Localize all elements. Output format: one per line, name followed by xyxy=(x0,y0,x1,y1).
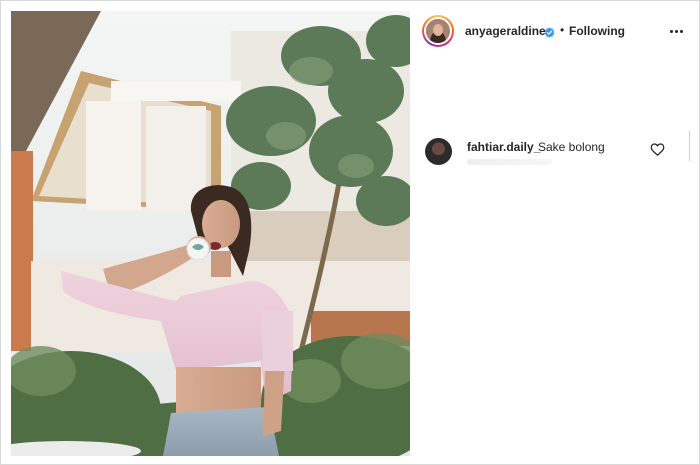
following-button[interactable]: Following xyxy=(569,24,625,38)
comment-meta-placeholder xyxy=(467,159,552,165)
verified-badge-icon xyxy=(544,25,555,38)
more-options-icon[interactable] xyxy=(669,25,685,39)
scroll-edge xyxy=(689,131,690,161)
author-username[interactable]: anyageraldine xyxy=(465,24,546,38)
header-separator: • xyxy=(560,23,565,37)
comment-username[interactable]: fahtiar.daily_ xyxy=(467,140,540,154)
post-side-panel: anyageraldine • Following fahtiar.daily_… xyxy=(411,11,691,456)
comment-text: Sake bolong xyxy=(538,140,605,154)
heart-icon[interactable] xyxy=(650,142,665,157)
post-frame: anyageraldine • Following fahtiar.daily_… xyxy=(0,0,700,465)
post-photo[interactable] xyxy=(11,11,410,456)
author-avatar[interactable] xyxy=(422,15,454,47)
commenter-avatar[interactable] xyxy=(425,138,452,165)
comment-item: fahtiar.daily_ Sake bolong xyxy=(411,135,691,171)
post-header: anyageraldine • Following xyxy=(411,11,691,51)
